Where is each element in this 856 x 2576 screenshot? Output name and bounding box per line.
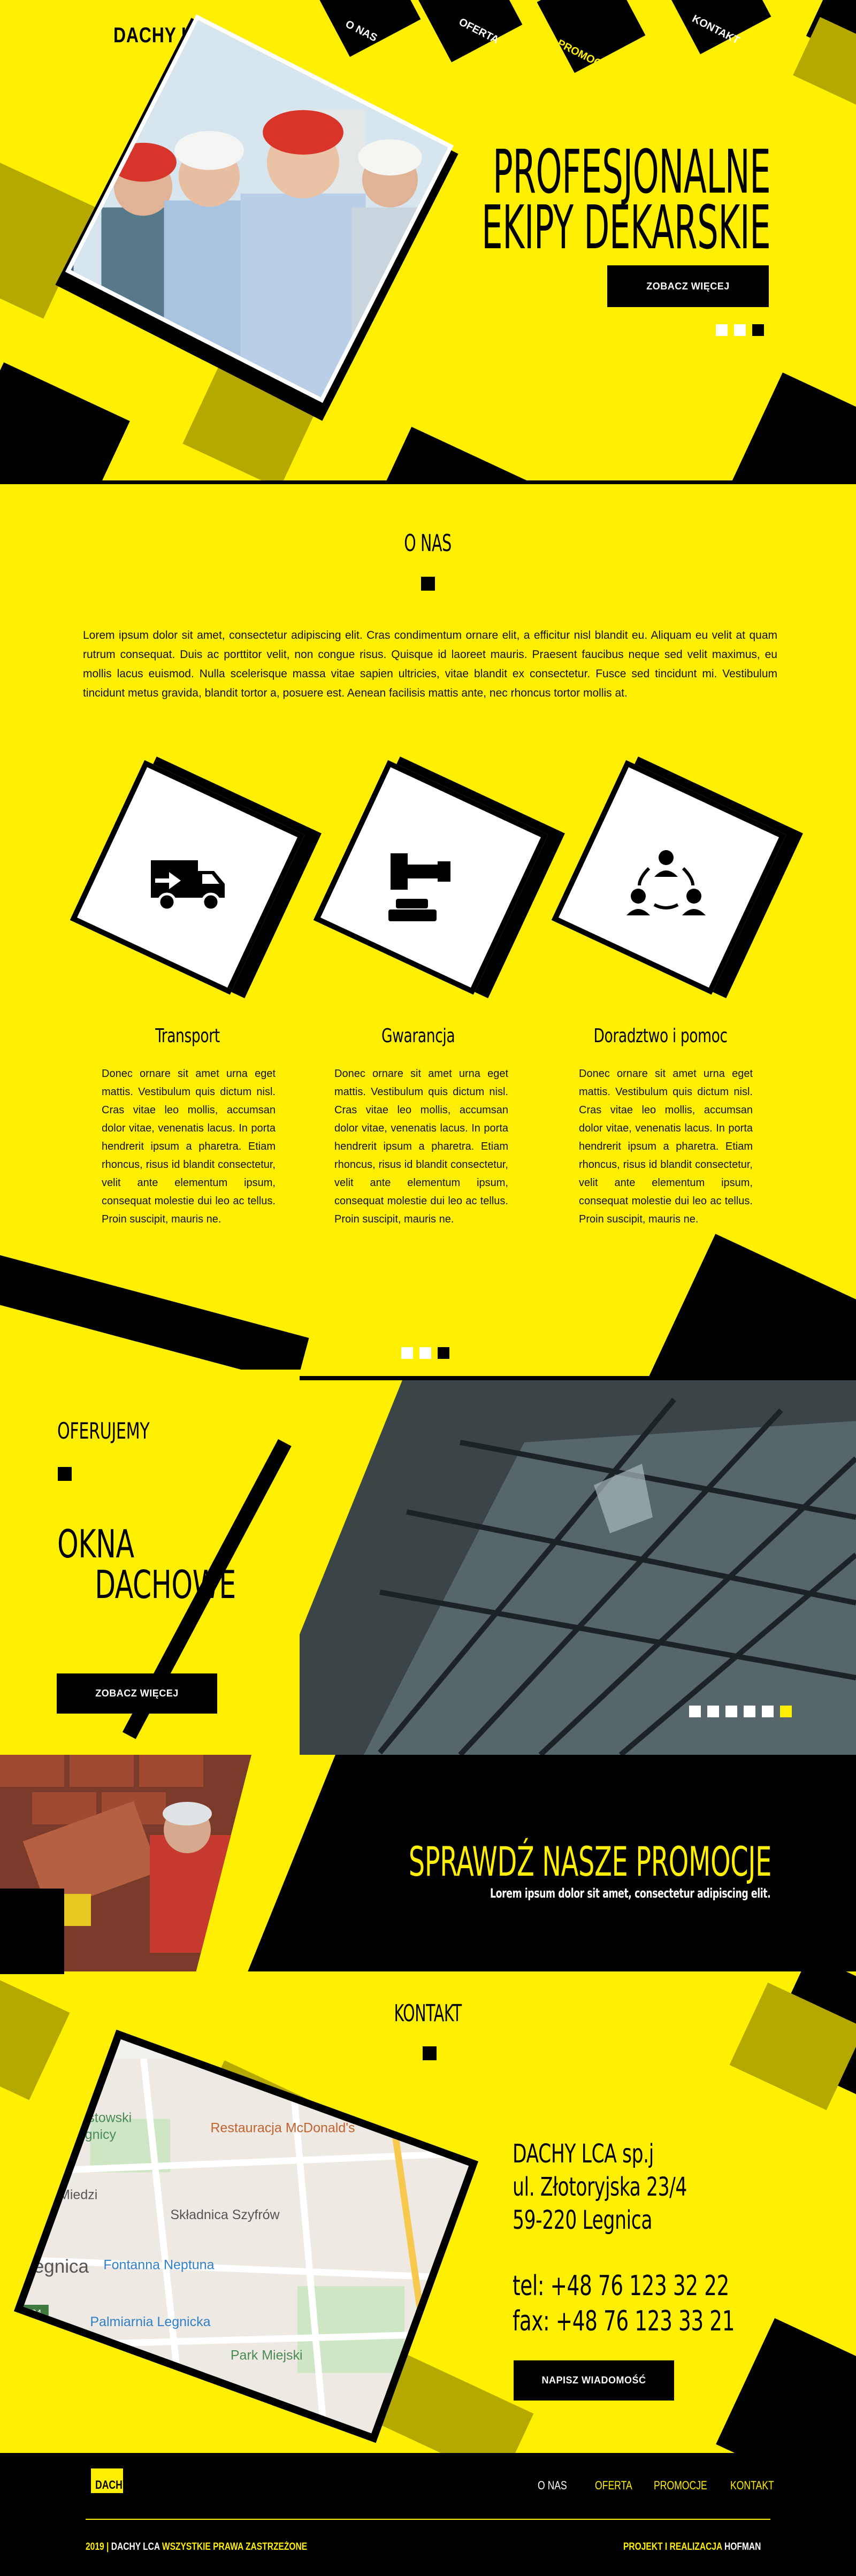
promo-black-corner — [0, 1889, 64, 1974]
hero-dot[interactable] — [734, 324, 746, 336]
hero-more-button[interactable]: ZOBACZ WIĘCEJ — [607, 265, 769, 307]
offer-slider-dots — [689, 1706, 798, 1720]
hero-deco-black-left — [0, 362, 130, 484]
offer-dot[interactable] — [762, 1706, 774, 1717]
offer-top-edge — [300, 1376, 856, 1380]
promo-title[interactable]: SPRAWDŹ NASZE PROMOCJE — [409, 1838, 772, 1885]
contact-title: KONTAKT — [394, 2000, 462, 2027]
footer-credit: PROJEKT I REALIZACJA HOFMAN — [623, 2541, 761, 2553]
contact-street: ul. Złotoryjska 23/4 — [513, 2172, 687, 2202]
hero-title-line2: EKIPY DEKARSKIE — [481, 193, 771, 263]
footer-rights: WSZYSTKIE PRAWA ZASTRZEŻONE — [162, 2541, 308, 2552]
offer-dot[interactable] — [744, 1706, 755, 1717]
about-text: Lorem ipsum dolor sit amet, consectetur … — [83, 629, 777, 699]
map-label: Legnica — [23, 2256, 89, 2277]
contact-message-button-label: NAPISZ WIADOMOŚĆ — [541, 2375, 646, 2386]
hero-deco-black-mid — [371, 426, 528, 484]
feature-transport-title: Transport — [155, 1025, 220, 1047]
offer-dot[interactable] — [725, 1706, 737, 1717]
hero-deco-black-right — [728, 372, 856, 484]
offer-title-line2: DACHOWE — [95, 1562, 236, 1607]
map-label: Składnica Szyfrów — [170, 2207, 280, 2222]
footer-link-oferta[interactable]: OFERTA — [595, 2479, 632, 2493]
offer-marker — [58, 1467, 72, 1481]
footer-separator: | — [106, 2541, 109, 2552]
map-label: Fontanna Neptuna — [103, 2258, 214, 2273]
offer-dot[interactable] — [707, 1706, 719, 1717]
contact-marker — [423, 2046, 437, 2060]
feature-transport-text: Donec ornare sit amet urna eget mattis. … — [102, 1068, 276, 1225]
feature-advice-title: Doradztwo i pomoc — [593, 1025, 728, 1047]
contact-message-button[interactable]: NAPISZ WIADOMOŚĆ — [514, 2360, 674, 2401]
footer — [0, 2453, 856, 2576]
about-dot-active[interactable] — [438, 1347, 449, 1359]
about-marker — [421, 577, 435, 591]
hero-dot-active[interactable] — [752, 324, 764, 336]
contact-fax: fax: +48 76 123 33 21 — [513, 2305, 735, 2337]
about-slider-dots — [401, 1347, 456, 1362]
contact-phone[interactable]: tel: +48 76 123 32 22 — [513, 2268, 735, 2304]
footer-credit-name[interactable]: HOFMAN — [724, 2541, 761, 2552]
contact-deco-olive-left — [0, 1976, 70, 2100]
feature-warranty-title: Gwarancja — [381, 1025, 455, 1047]
footer-divider — [86, 2519, 770, 2520]
offer-title-line1: OKNA — [57, 1522, 134, 1566]
footer-copyright: 2019 | DACHY LCA WSZYSTKIE PRAWA ZASTRZE… — [86, 2541, 307, 2553]
map-label: Palmiarnia Legnicka — [90, 2314, 210, 2329]
contact-city: 59-220 Legnica — [513, 2205, 653, 2235]
map-label: w Legnicy — [56, 2127, 117, 2142]
footer-credit-text: PROJEKT I REALIZACJA — [623, 2541, 722, 2552]
footer-link-kontakt[interactable]: KONTAKT — [730, 2479, 774, 2493]
hero-dot[interactable] — [716, 324, 728, 336]
footer-copyright-brand: DACHY LCA — [111, 2541, 160, 2552]
offer-photo-roof-windows — [300, 1378, 856, 1755]
map-label: Restauracja McDonald's — [210, 2120, 355, 2135]
offer-more-button[interactable]: ZOBACZ WIĘCEJ — [57, 1673, 217, 1714]
contact-address: DACHY LCA sp.j ul. Złotoryjska 23/4 59-2… — [513, 2137, 687, 2237]
offer-dot[interactable] — [689, 1706, 701, 1717]
team-icon — [626, 850, 706, 915]
contact-company: DACHY LCA sp.j — [513, 2139, 654, 2169]
offer-title: OKNA DACHOWE — [57, 1524, 236, 1605]
feature-advice-text: Donec ornare sit amet urna eget mattis. … — [579, 1068, 753, 1225]
offer-more-button-label: ZOBACZ WIĘCEJ — [95, 1688, 179, 1699]
hero-slider-dots — [716, 324, 770, 339]
contact-phones: tel: +48 76 123 32 22 fax: +48 76 123 33… — [513, 2268, 735, 2339]
footer-year: 2019 — [86, 2541, 104, 2552]
about-dot[interactable] — [419, 1347, 431, 1359]
feature-warranty-text: Donec ornare sit amet urna eget mattis. … — [334, 1068, 508, 1225]
hero-title: PROFESJONALNE EKIPY DEKARSKIE — [481, 137, 771, 263]
map-label: 364 — [26, 2307, 41, 2318]
footer-link-promocje[interactable]: PROMOCJE — [654, 2479, 707, 2493]
about-title: O NAS — [404, 530, 452, 557]
map-label: Park Miejski — [231, 2348, 303, 2363]
map-label: nek Piastowski — [43, 2111, 132, 2126]
gavel-icon — [388, 853, 450, 921]
footer-link-onas[interactable]: O NAS — [538, 2479, 567, 2493]
hero-more-button-label: ZOBACZ WIĘCEJ — [646, 281, 730, 292]
truck-icon — [151, 860, 225, 912]
offer-dot-active[interactable] — [780, 1706, 792, 1717]
promo-subtitle: Lorem ipsum dolor sit amet, consectetur … — [490, 1886, 771, 1901]
offer-kicker: OFERUJEMY — [57, 1418, 150, 1444]
hero-deco-olive-topright — [793, 17, 856, 112]
about-dot[interactable] — [401, 1347, 413, 1359]
about-bottom-band — [0, 1247, 309, 1385]
hero-divider — [96, 480, 856, 484]
hero-title-line1: PROFESJONALNE — [492, 137, 771, 207]
map-label: um Miedzi — [36, 2187, 97, 2202]
footer-brand[interactable]: DACHY LCA — [95, 2478, 150, 2492]
